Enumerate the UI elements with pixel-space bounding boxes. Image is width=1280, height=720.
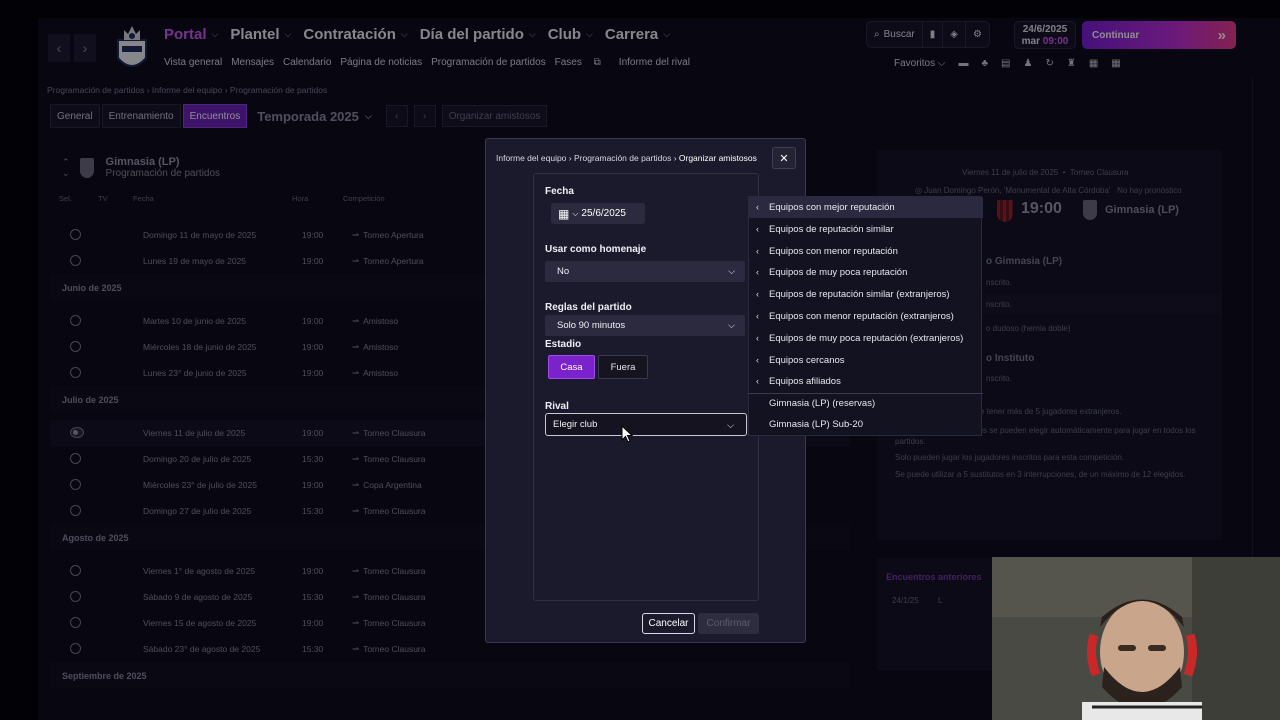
chevron-left-icon: ‹ [756, 245, 759, 256]
close-button[interactable]: ✕ [772, 147, 796, 169]
cancel-button[interactable]: Cancelar [642, 613, 695, 634]
date-picker[interactable]: ▦ ⌵ 25/6/2025 [551, 203, 645, 224]
dropdown-group-item[interactable]: ‹ Equipos con menor reputación (extranjer… [749, 306, 983, 327]
dropdown-group-item[interactable]: ‹ Equipos afiliados [749, 371, 983, 392]
dropdown-item-label: Equipos con menor reputación [769, 245, 898, 257]
chevron-left-icon: ‹ [756, 202, 759, 212]
rival-placeholder: Elegir club [553, 419, 598, 430]
homenaje-label: Usar como homenaje [545, 244, 647, 255]
chevron-left-icon: ‹ [756, 376, 759, 387]
chevron-left-icon: ‹ [756, 332, 759, 343]
stadium-casa-button[interactable]: Casa [548, 355, 595, 379]
chevron-left-icon: ‹ [756, 354, 759, 365]
dropdown-item-label: Equipos con mejor reputación [769, 202, 895, 213]
dropdown-group-item[interactable]: ‹ Equipos cercanos [749, 350, 983, 371]
reglas-value: Solo 90 minutos [557, 320, 626, 331]
rival-select[interactable]: Elegir club ⌵ [545, 413, 747, 436]
dropdown-item-label: Equipos de reputación similar (extranjer… [769, 289, 950, 301]
dialog-breadcrumb-current: Organizar amistosos [678, 153, 757, 163]
dropdown-item-label: Equipos de muy poca reputación [769, 267, 908, 279]
dropdown-item-label: Gimnasia (LP) (reservas) [769, 398, 876, 409]
dropdown-group-item[interactable]: ‹ Equipos con menor reputación [749, 241, 983, 262]
stadium-fuera-button[interactable]: Fuera [598, 355, 648, 379]
homenaje-value: No [557, 266, 570, 277]
webcam-overlay [992, 557, 1280, 720]
fecha-label: Fecha [545, 186, 574, 197]
date-value: 25/6/2025 [581, 208, 626, 219]
chevron-down-icon: ⌵ [728, 320, 735, 330]
dialog-breadcrumb: Informe del equipo › Programación de par… [496, 153, 757, 163]
chevron-left-icon: ‹ [756, 223, 759, 234]
chevron-left-icon: ‹ [756, 289, 759, 300]
confirm-button[interactable]: Confirmar [698, 613, 759, 634]
dropdown-club-item[interactable]: Gimnasia (LP) Sub-20 [749, 414, 983, 435]
chevron-down-icon: ⌵ [572, 208, 579, 218]
dropdown-group-item[interactable]: ‹ Equipos de reputación similar (extranje… [749, 284, 983, 305]
homenaje-select[interactable]: No ⌵ [545, 261, 745, 282]
mouse-cursor-icon [621, 425, 633, 443]
dropdown-club-item[interactable]: Gimnasia (LP) (reservas) [749, 393, 983, 414]
chevron-left-icon: ‹ [756, 267, 759, 278]
breadcrumb-sep-icon: › [671, 153, 679, 163]
chevron-left-icon: ‹ [756, 311, 759, 321]
reglas-label: Reglas del partido [545, 302, 632, 313]
calendar-icon: ▦ [558, 206, 570, 221]
dropdown-group-item[interactable]: ‹ Equipos de muy poca reputación [749, 262, 983, 283]
dialog-breadcrumb-item[interactable]: Programación de partidos [574, 153, 671, 163]
estadio-label: Estadio [545, 339, 582, 350]
webcam-image [992, 557, 1280, 720]
dropdown-item-label: Equipos cercanos [769, 354, 845, 366]
dropdown-group-item[interactable]: ‹ Equipos con mejor reputación [749, 197, 983, 218]
dropdown-item-label: Gimnasia (LP) Sub-20 [769, 418, 863, 430]
dialog-card: Fecha Usar como homenaje Reglas del part… [533, 173, 759, 601]
dropdown-item-label: Equipos de reputación similar [769, 223, 894, 235]
chevron-down-icon: ⌵ [727, 420, 734, 430]
dropdown-item-label: Equipos de muy poca reputación (extranje… [769, 332, 964, 344]
dialog-breadcrumb-item[interactable]: Informe del equipo [496, 153, 566, 163]
close-icon: ✕ [779, 152, 789, 165]
rival-label: Rival [545, 401, 569, 412]
breadcrumb-sep-icon: › [566, 153, 574, 163]
dropdown-group-item[interactable]: ‹ Equipos de muy poca reputación (extranj… [749, 328, 983, 349]
chevron-down-icon: ⌵ [728, 266, 735, 276]
dropdown-item-label: Equipos con menor reputación (extranjero… [769, 311, 954, 322]
rival-dropdown-menu: ‹ Equipos con mejor reputación ‹ Equipos de… [748, 196, 983, 436]
dropdown-item-label: Equipos afiliados [769, 376, 841, 388]
reglas-select[interactable]: Solo 90 minutos ⌵ [545, 315, 745, 336]
dropdown-group-item[interactable]: ‹ Equipos de reputación similar [749, 219, 983, 240]
